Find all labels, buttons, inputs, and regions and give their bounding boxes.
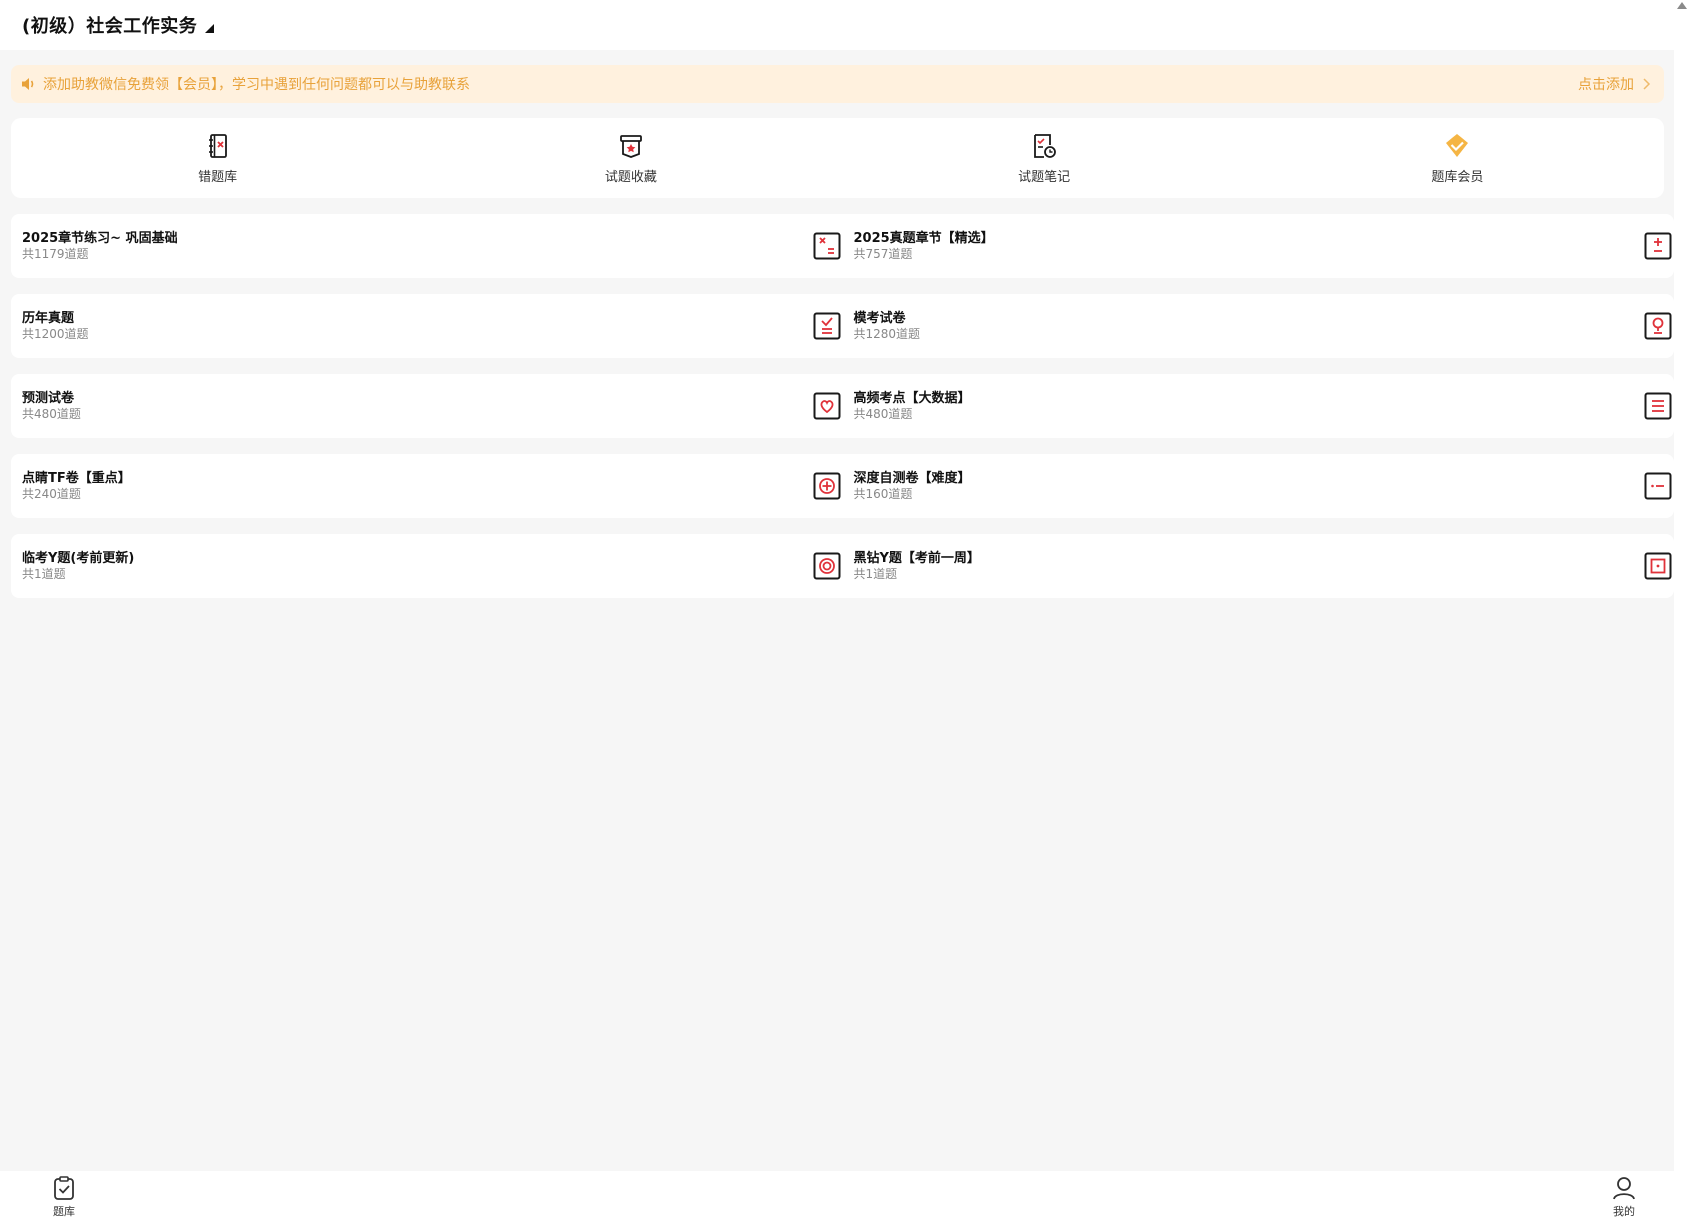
bank-item-final-y[interactable]: 临考Y题(考前更新) 共1道题 (11, 534, 843, 598)
add-assistant-link[interactable]: 点击添加 (1578, 74, 1652, 94)
bank-name: 预测试卷 (22, 390, 75, 406)
nav-profile[interactable]: 我的 (1594, 1175, 1654, 1219)
bank-name: 模考试卷 (853, 310, 906, 326)
page-header: (初级）社会工作实务 (0, 0, 1674, 50)
bank-count: 共160道题 (853, 486, 913, 501)
scrollbar[interactable] (1674, 0, 1689, 1225)
shortcut-label: 题库会员 (1431, 169, 1484, 185)
shortcut-bar: 错题库 试题收藏 试题笔记 题库会员 (11, 118, 1664, 198)
bank-item-chapter-practice[interactable]: 2025章节练习~ 巩固基础 共1179道题 (11, 214, 843, 278)
shortcut-label: 错题库 (198, 169, 238, 185)
error-notebook-icon (208, 133, 227, 158)
bank-count: 共1道题 (22, 566, 66, 581)
bank-count: 共1280道题 (853, 326, 921, 341)
shortcut-membership[interactable]: 题库会员 (1251, 118, 1664, 198)
favorite-box-icon (619, 134, 642, 158)
shortcut-label: 试题收藏 (604, 169, 657, 185)
crown-icon (1446, 133, 1469, 157)
bank-item-prediction-papers[interactable]: 预测试卷 共480道题 (11, 374, 843, 438)
shortcut-notes[interactable]: 试题笔记 (838, 118, 1251, 198)
notice-text: 添加助教微信免费领【会员】，学习中遇到任何问题都可以与助教联系 (43, 77, 470, 93)
bank-row: 2025章节练习~ 巩固基础 共1179道题 2025真题章节【精选】 共757… (11, 214, 1674, 278)
chevron-right-icon (1643, 78, 1651, 90)
nav-label: 题库 (53, 1205, 75, 1218)
scroll-up-arrow-icon[interactable] (1677, 2, 1687, 9)
bank-name: 深度自测卷【难度】 (853, 470, 971, 486)
clipboard-check-icon (54, 1176, 74, 1200)
circle-plus-icon (813, 472, 840, 500)
bank-count: 共1道题 (853, 566, 898, 581)
bank-item-high-frequency[interactable]: 高频考点【大数据】 共480道题 (843, 374, 1675, 438)
bank-name: 2025章节练习~ 巩固基础 (22, 230, 178, 246)
dot-dash-icon (1644, 472, 1672, 500)
shortcut-favorites[interactable]: 试题收藏 (424, 118, 837, 198)
square-dot-icon (1644, 552, 1672, 580)
speaker-icon (22, 78, 34, 90)
bank-item-black-diamond-y[interactable]: 黑钻Y题【考前一周】 共1道题 (843, 534, 1675, 598)
bank-count: 共1179道题 (22, 246, 89, 261)
bank-name: 黑钻Y题【考前一周】 (853, 550, 980, 566)
bank-name: 高频考点【大数据】 (853, 390, 971, 406)
user-icon (1613, 1177, 1635, 1200)
bank-name: 点睛TF卷【重点】 (22, 470, 131, 486)
bank-count: 共757道题 (853, 246, 913, 261)
nav-question-bank[interactable]: 题库 (34, 1175, 94, 1219)
bank-row: 历年真题 共1200道题 模考试卷 共1280道题 (11, 294, 1674, 358)
notice-bar: 添加助教微信免费领【会员】，学习中遇到任何问题都可以与助教联系 点击添加 (11, 65, 1664, 103)
bulb-icon (1644, 312, 1672, 340)
bank-name: 临考Y题(考前更新) (22, 550, 135, 566)
check-list-icon (813, 312, 840, 340)
bank-name: 2025真题章节【精选】 (853, 230, 994, 246)
menu-lines-icon (1644, 392, 1672, 420)
add-assistant-label: 点击添加 (1578, 77, 1634, 93)
heart-icon (813, 392, 840, 420)
bank-item-past-exams[interactable]: 历年真题 共1200道题 (11, 294, 843, 358)
dropdown-caret-icon[interactable] (205, 23, 215, 33)
bank-row: 预测试卷 共480道题 高频考点【大数据】 共480道题 (11, 374, 1674, 438)
target-icon (813, 552, 840, 580)
bank-item-mock-exams[interactable]: 模考试卷 共1280道题 (843, 294, 1675, 358)
bank-item-self-test[interactable]: 深度自测卷【难度】 共160道题 (843, 454, 1675, 518)
plus-minus-icon (1644, 232, 1672, 260)
bank-row: 点睛TF卷【重点】 共240道题 深度自测卷【难度】 共160道题 (11, 454, 1674, 518)
main-area: (初级）社会工作实务 添加助教微信免费领【会员】，学习中遇到任何问题都可以与助教… (0, 0, 1674, 1225)
app-root: (初级）社会工作实务 添加助教微信免费领【会员】，学习中遇到任何问题都可以与助教… (0, 0, 1689, 1225)
bank-count: 共480道题 (853, 406, 913, 421)
times-equals-icon (813, 232, 840, 260)
nav-label: 我的 (1613, 1205, 1635, 1218)
bank-count: 共240道题 (22, 486, 81, 501)
bank-item-tf-papers[interactable]: 点睛TF卷【重点】 共240道题 (11, 454, 843, 518)
subject-selector-title[interactable]: (初级）社会工作实务 (22, 12, 197, 38)
bank-row: 临考Y题(考前更新) 共1道题 黑钻Y题【考前一周】 共1道题 (11, 534, 1674, 598)
bank-item-past-exam-chapters[interactable]: 2025真题章节【精选】 共757道题 (843, 214, 1675, 278)
question-bank-list: 2025章节练习~ 巩固基础 共1179道题 2025真题章节【精选】 共757… (11, 214, 1674, 614)
shortcut-error-bank[interactable]: 错题库 (11, 118, 424, 198)
bottom-nav: 题库 我的 (0, 1171, 1674, 1225)
bank-count: 共1200道题 (22, 326, 89, 341)
shortcut-label: 试题笔记 (1018, 169, 1071, 185)
bank-name: 历年真题 (22, 310, 75, 326)
bank-count: 共480道题 (22, 406, 81, 421)
note-clock-icon (1034, 133, 1057, 158)
